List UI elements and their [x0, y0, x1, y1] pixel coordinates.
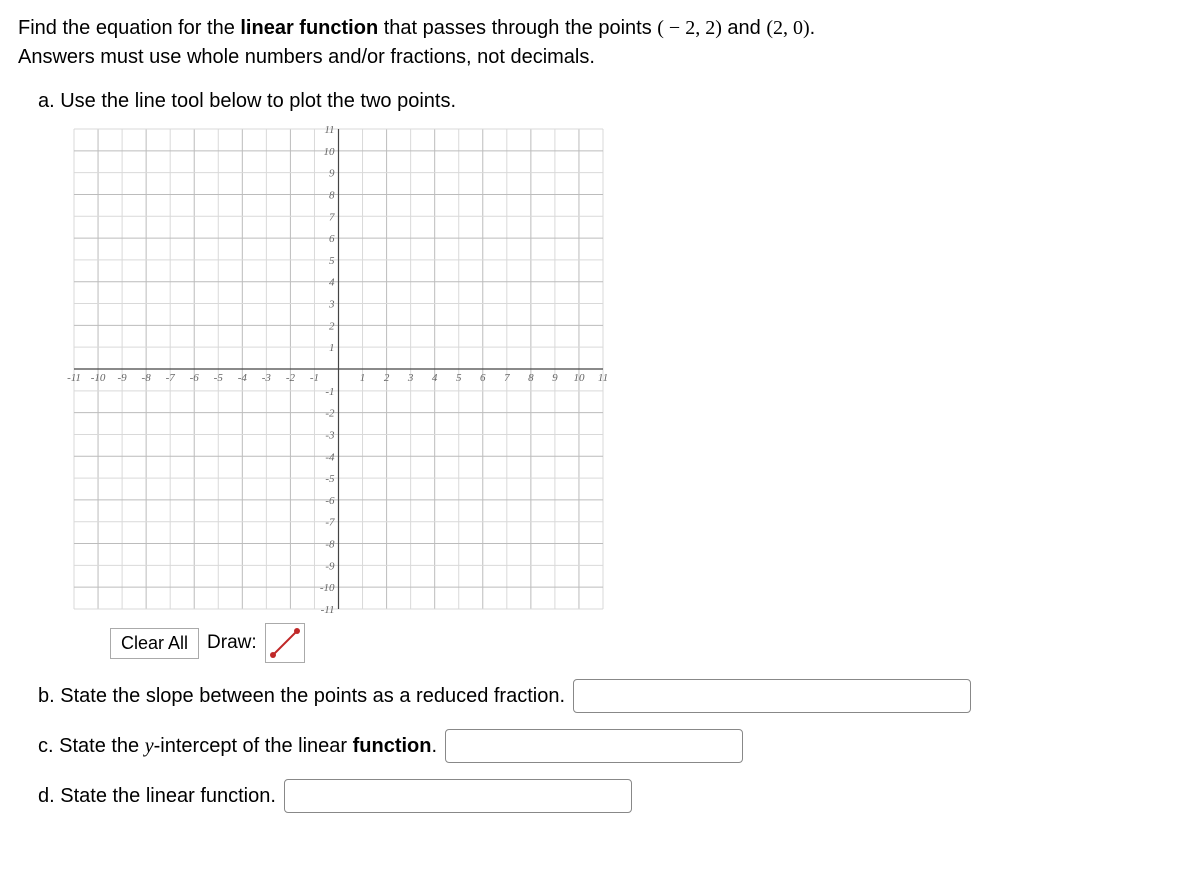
svg-text:-3: -3	[262, 372, 272, 384]
svg-text:-9: -9	[325, 560, 335, 572]
svg-text:6: 6	[480, 372, 486, 384]
svg-text:-10: -10	[320, 582, 335, 594]
slope-input[interactable]	[573, 679, 971, 713]
svg-text:10: 10	[573, 372, 585, 384]
clear-all-button[interactable]: Clear All	[110, 628, 199, 659]
svg-text:7: 7	[504, 372, 510, 384]
svg-text:-2: -2	[286, 372, 296, 384]
svg-text:-5: -5	[325, 473, 335, 485]
part-c-y: y	[145, 735, 154, 757]
line-tool-icon	[267, 625, 303, 661]
part-c-label: c. State the y-intercept of the linear f…	[38, 735, 437, 758]
svg-text:-11: -11	[67, 372, 81, 384]
svg-text:6: 6	[329, 233, 335, 245]
svg-text:-8: -8	[142, 372, 152, 384]
svg-text:-6: -6	[190, 372, 200, 384]
part-c-pre: c. State the	[38, 735, 145, 757]
intro-line2: Answers must use whole numbers and/or fr…	[18, 46, 595, 68]
svg-text:4: 4	[432, 372, 438, 384]
svg-text:7: 7	[329, 211, 335, 223]
part-c-bold: function	[353, 735, 432, 757]
svg-text:4: 4	[329, 277, 335, 289]
part-b-label: b. State the slope between the points as…	[38, 685, 565, 708]
svg-text:11: 11	[324, 124, 334, 136]
svg-text:2: 2	[384, 372, 390, 384]
coordinate-grid[interactable]: -11-10-9-8-7-6-5-4-3-2-11234567891011-11…	[66, 121, 611, 617]
svg-text:10: 10	[324, 146, 336, 158]
svg-text:-3: -3	[325, 429, 335, 441]
svg-text:-4: -4	[325, 451, 335, 463]
part-a-label: a. Use the line tool below to plot the t…	[38, 90, 1182, 113]
svg-text:9: 9	[329, 168, 335, 180]
intro-and: and	[722, 17, 766, 39]
svg-text:-7: -7	[325, 517, 335, 529]
point-1: ( − 2, 2)	[657, 17, 722, 39]
svg-text:-6: -6	[325, 495, 335, 507]
linear-function-input[interactable]	[284, 779, 632, 813]
point-2: (2, 0)	[766, 17, 809, 39]
svg-text:-11: -11	[321, 604, 335, 616]
part-d-label: d. State the linear function.	[38, 785, 276, 808]
intro-line1-mid: that passes through the points	[378, 17, 657, 39]
svg-text:-5: -5	[214, 372, 224, 384]
svg-text:-4: -4	[238, 372, 248, 384]
svg-text:3: 3	[407, 372, 414, 384]
svg-text:5: 5	[456, 372, 462, 384]
svg-text:5: 5	[329, 255, 335, 267]
line-tool-button[interactable]	[265, 623, 305, 663]
svg-text:-2: -2	[325, 408, 335, 420]
svg-text:-10: -10	[91, 372, 106, 384]
svg-text:-7: -7	[166, 372, 176, 384]
y-intercept-input[interactable]	[445, 729, 743, 763]
intro-line1-pre: Find the equation for the	[18, 17, 240, 39]
draw-label: Draw:	[207, 632, 257, 654]
svg-text:8: 8	[329, 189, 335, 201]
svg-text:9: 9	[552, 372, 558, 384]
svg-text:8: 8	[528, 372, 534, 384]
part-c-mid: -intercept of the linear	[154, 735, 353, 757]
part-c-end: .	[432, 735, 438, 757]
svg-text:-8: -8	[325, 539, 335, 551]
svg-text:11: 11	[598, 372, 608, 384]
svg-text:2: 2	[329, 320, 335, 332]
svg-text:3: 3	[328, 299, 335, 311]
svg-text:1: 1	[329, 342, 335, 354]
intro-line1-bold: linear function	[240, 17, 378, 39]
intro-end: .	[810, 17, 816, 39]
svg-text:-9: -9	[118, 372, 128, 384]
question-prompt: Find the equation for the linear functio…	[18, 14, 1182, 72]
svg-text:-1: -1	[310, 372, 319, 384]
svg-text:-1: -1	[325, 386, 334, 398]
svg-text:1: 1	[360, 372, 366, 384]
